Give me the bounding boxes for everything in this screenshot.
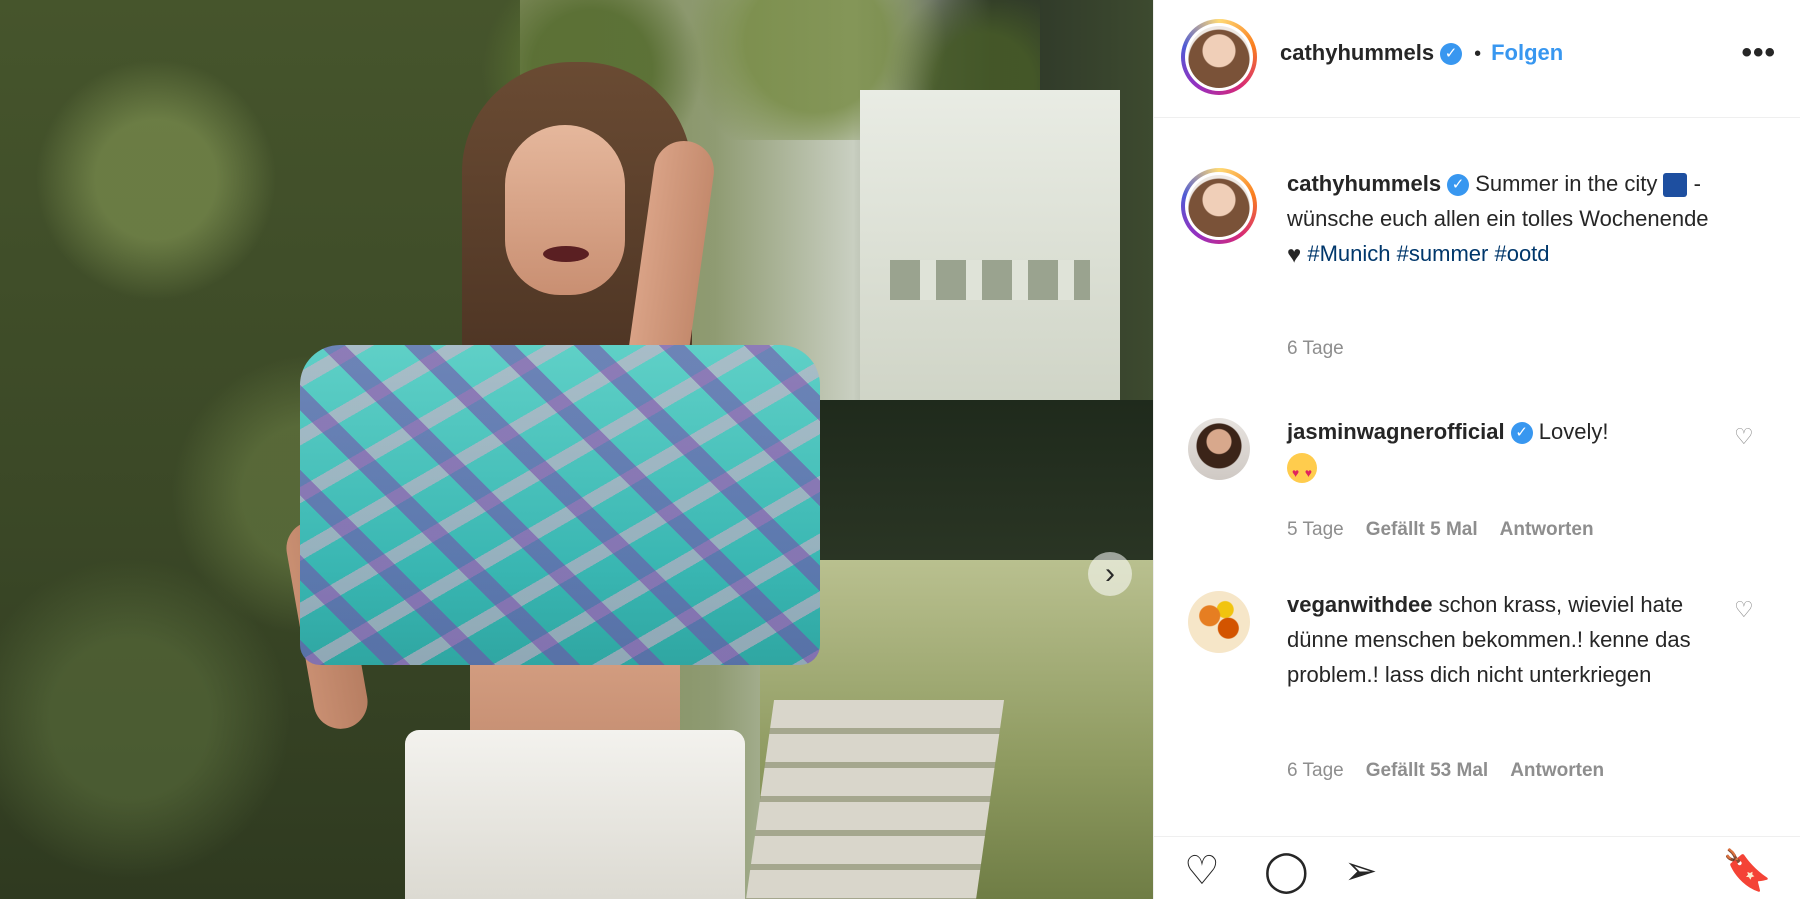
more-options-icon[interactable]: ••• xyxy=(1741,38,1776,68)
caption-text-part-1: Summer in the city xyxy=(1475,171,1658,196)
author-name-line: cathyhummels ✓ • Folgen xyxy=(1280,40,1563,66)
paper-plane-icon[interactable]: ➢ xyxy=(1344,851,1378,891)
person-lips xyxy=(543,246,589,262)
comment-likes[interactable]: Gefällt 5 Mal xyxy=(1366,519,1478,540)
reply-button[interactable]: Antworten xyxy=(1510,760,1604,781)
comment-meta: 6 Tage Gefällt 53 Mal Antworten xyxy=(1287,760,1626,782)
chevron-right-icon[interactable]: › xyxy=(1088,552,1132,596)
person-face xyxy=(505,125,625,295)
caption-author-avatar-image xyxy=(1188,175,1250,237)
heart-icon[interactable]: ♡ xyxy=(1184,851,1220,891)
caption-author-username[interactable]: cathyhummels xyxy=(1287,171,1441,196)
comment-meta: 5 Tage Gefällt 5 Mal Antworten xyxy=(1287,519,1616,541)
hashtag-summer[interactable]: #summer xyxy=(1397,241,1489,266)
commenter-username[interactable]: veganwithdee xyxy=(1287,592,1432,617)
house-background xyxy=(860,90,1120,410)
separator-dot: • xyxy=(1474,43,1482,65)
author-avatar[interactable] xyxy=(1181,19,1257,95)
bookmark-icon[interactable]: 🔖 xyxy=(1722,851,1772,891)
person-white-shorts xyxy=(405,730,745,899)
commenter-avatar[interactable] xyxy=(1188,418,1250,480)
hashtag-munich[interactable]: #Munich xyxy=(1307,241,1390,266)
post-actions-bar: ♡ ◯ ➢ 🔖 xyxy=(1154,836,1800,899)
verified-badge-icon: ✓ xyxy=(1440,43,1463,66)
reply-button[interactable]: Antworten xyxy=(1500,519,1594,540)
person-patterned-top xyxy=(300,345,820,665)
commenter-avatar[interactable] xyxy=(1188,591,1250,653)
heart-icon[interactable]: ♡ xyxy=(1734,599,1756,621)
post-photo[interactable]: › xyxy=(0,0,1153,899)
comment-icon[interactable]: ◯ xyxy=(1264,851,1309,891)
heart-icon[interactable]: ♡ xyxy=(1734,426,1756,448)
black-heart-emoji-icon: ♥ xyxy=(1287,241,1302,269)
caption-time[interactable]: 6 Tage xyxy=(1287,338,1344,359)
hashtag-ootd[interactable]: #ootd xyxy=(1494,241,1549,266)
caption-author-avatar[interactable] xyxy=(1181,168,1257,244)
comment-text: jasminwagnerofficial ✓ Lovely! xyxy=(1287,414,1717,491)
heart-eyes-emoji-icon xyxy=(1287,453,1317,491)
caption-meta: 6 Tage xyxy=(1287,338,1366,360)
dark-hedge-background xyxy=(800,400,1153,560)
comment-time[interactable]: 5 Tage xyxy=(1287,519,1344,540)
verified-badge-icon: ✓ xyxy=(1447,174,1470,197)
author-username[interactable]: cathyhummels xyxy=(1280,40,1434,65)
comment-text: veganwithdee schon krass, wieviel hate d… xyxy=(1287,587,1717,692)
author-avatar-image xyxy=(1188,26,1250,88)
follow-button[interactable]: Folgen xyxy=(1491,40,1563,65)
comment-body: Lovely! xyxy=(1538,419,1609,444)
comments-feed[interactable]: cathyhummels ✓ Summer in the city - wünsc… xyxy=(1154,118,1800,818)
comment-likes[interactable]: Gefällt 53 Mal xyxy=(1366,760,1489,781)
stone-path xyxy=(745,700,1005,899)
verified-badge-icon: ✓ xyxy=(1510,422,1533,445)
comment-time[interactable]: 6 Tage xyxy=(1287,760,1344,781)
post-side-panel: cathyhummels ✓ • Folgen ••• cathyhummels ✓ S… xyxy=(1153,0,1800,899)
caption-text: cathyhummels ✓ Summer in the city - wünsc… xyxy=(1287,166,1717,273)
shopping-bag-emoji-icon xyxy=(1663,173,1688,198)
post-header: cathyhummels ✓ • Folgen ••• xyxy=(1154,0,1800,118)
commenter-username[interactable]: jasminwagnerofficial xyxy=(1287,419,1505,444)
